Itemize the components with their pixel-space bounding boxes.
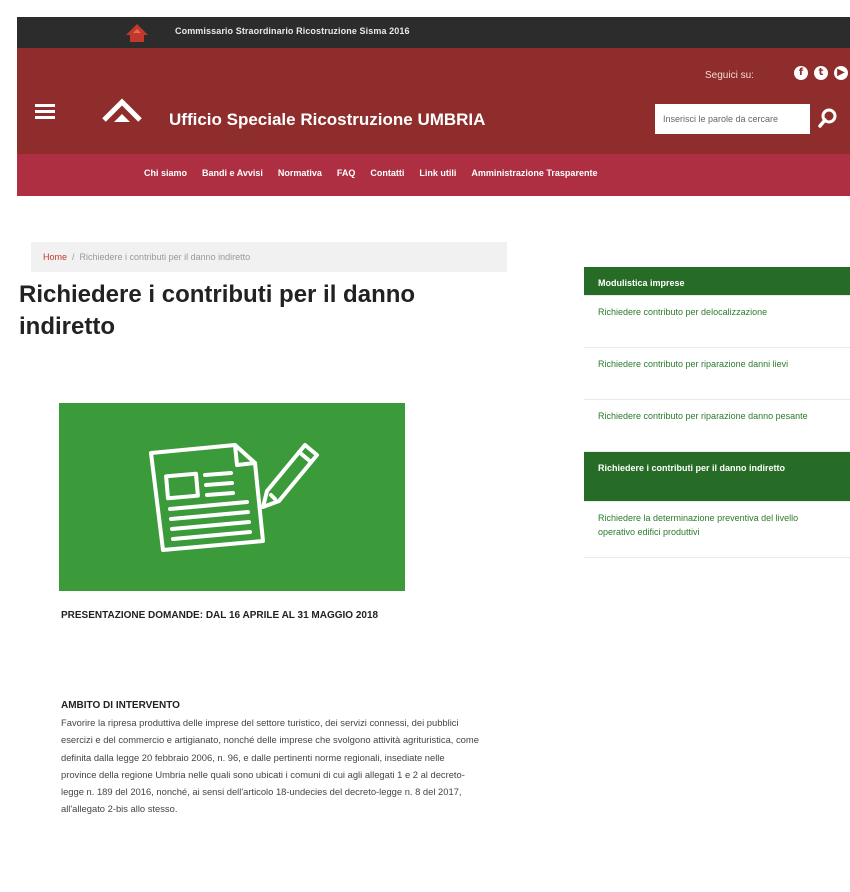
breadcrumb: Home / Richiedere i contributi per il dann… (31, 242, 507, 272)
sidebar-heading[interactable]: Modulistica imprese (584, 267, 850, 296)
page-frame: Commissario Straordinario Ricostruzione … (17, 17, 850, 892)
follow-label: Seguici su: (705, 70, 754, 81)
ambito-heading: AMBITO DI INTERVENTO (61, 700, 180, 711)
youtube-icon[interactable]: ▶ (834, 66, 848, 80)
site-title[interactable]: Ufficio Speciale Ricostruzione UMBRIA (169, 110, 485, 130)
twitter-icon[interactable]: t (814, 66, 828, 80)
presentazione-text: PRESENTAZIONE DOMANDE: DAL 16 APRILE AL … (61, 610, 379, 621)
sidebar-item-livello-operativo[interactable]: Richiedere la determinazione preventiva … (584, 502, 850, 558)
nav-item-amministrazione-trasparente[interactable]: Amministrazione Trasparente (471, 168, 597, 178)
sidebar-menu: Modulistica imprese Richiedere contribut… (584, 267, 850, 558)
facebook-icon[interactable]: f (794, 66, 808, 80)
breadcrumb-home[interactable]: Home (43, 252, 67, 262)
search-input[interactable] (655, 104, 810, 134)
search-icon[interactable] (817, 107, 839, 129)
page-title: Richiedere i contributi per il danno ind… (19, 281, 416, 340)
main-nav: Chi siamo Bandi e Avvisi Normativa FAQ C… (17, 154, 850, 196)
hero-image (59, 403, 405, 591)
breadcrumb-current: Richiedere i contributi per il danno ind… (79, 252, 251, 262)
site-header: Seguici su: f t ▶ Ufficio Speciale Ricos… (17, 48, 850, 154)
house-logo-icon[interactable] (101, 96, 143, 128)
nav-item-chi-siamo[interactable]: Chi siamo (144, 168, 187, 178)
top-bar: Commissario Straordinario Ricostruzione … (17, 17, 850, 48)
sidebar-item-delocalizzazione[interactable]: Richiedere contributo per delocalizzazio… (584, 296, 850, 348)
nav-item-bandi-avvisi[interactable]: Bandi e Avvisi (202, 168, 263, 178)
topbar-link[interactable]: Commissario Straordinario Ricostruzione … (175, 26, 410, 36)
sidebar-item-danni-lievi[interactable]: Richiedere contributo per riparazione da… (584, 348, 850, 400)
nav-item-normativa[interactable]: Normativa (278, 168, 322, 178)
sidebar-item-danno-indiretto[interactable]: Richiedere i contributi per il danno ind… (584, 452, 850, 502)
breadcrumb-separator: / (72, 252, 75, 262)
nav-item-faq[interactable]: FAQ (337, 168, 356, 178)
menu-icon[interactable] (35, 104, 55, 120)
nav-item-link-utili[interactable]: Link utili (419, 168, 456, 178)
nav-item-contatti[interactable]: Contatti (370, 168, 404, 178)
document-pencil-icon (149, 443, 319, 552)
ambito-paragraph: Favorire la ripresa produttiva delle imp… (61, 717, 479, 815)
house-logo-icon[interactable] (125, 23, 149, 43)
sidebar-item-danno-pesante[interactable]: Richiedere contributo per riparazione da… (584, 400, 850, 452)
